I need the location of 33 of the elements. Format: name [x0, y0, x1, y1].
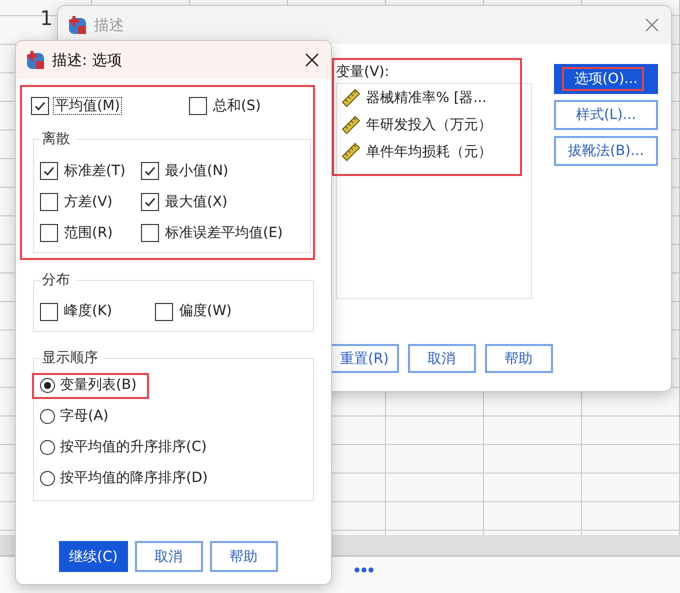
checkbox[interactable]: 标准差(T) [40, 160, 128, 182]
row-number: 1 [40, 6, 53, 30]
radio-option[interactable]: 变量列表(B) [32, 372, 149, 399]
checkbox[interactable]: 总和(S) [189, 95, 263, 117]
variable-item[interactable]: 器械精准率% [器... [366, 90, 487, 107]
variable-item[interactable]: 单件年均损耗（元） [366, 144, 492, 161]
variables-list[interactable]: 器械精准率% [器... 年研发投入（万元） 单件年均损耗（元） [336, 82, 532, 299]
dialog-button[interactable]: 继续(C) [59, 541, 128, 572]
group-title: 离散 [41, 131, 71, 148]
checkbox[interactable]: 最大值(X) [141, 190, 230, 213]
radio-option[interactable]: 字母(A) [32, 404, 121, 430]
group-title: 分布 [41, 272, 71, 289]
dialog-button[interactable]: 样式(L)... [554, 100, 658, 130]
group-title: 显示顺序 [41, 350, 99, 367]
checkbox[interactable]: 方差(V) [40, 190, 115, 213]
checkbox[interactable]: 峰度(K) [40, 300, 114, 323]
dialog-button[interactable]: 重置(R) [330, 344, 399, 373]
checkbox[interactable]: 最小值(N) [141, 160, 230, 182]
variable-item[interactable]: 年研发投入（万元） [366, 116, 492, 134]
variables-label: 变量(V): [336, 64, 390, 81]
dialog-button[interactable]: 选项(O)... [554, 64, 658, 94]
dialog-button[interactable]: 帮助 [484, 344, 553, 373]
radio-option[interactable]: 按平均值的升序排序(C) [32, 434, 219, 461]
checkbox[interactable]: 范围(R) [40, 222, 115, 244]
window-title: 描述 [94, 16, 125, 34]
checkbox[interactable]: 标准误差平均值(E) [141, 222, 285, 244]
dialog-button[interactable]: 帮助 [210, 541, 278, 572]
dialog-button[interactable]: 拔靴法(B)... [554, 136, 658, 166]
checkbox[interactable]: 偏度(W) [155, 300, 234, 323]
dialog-button[interactable]: 取消 [408, 344, 476, 373]
radio-option[interactable]: 按平均值的降序排序(D) [32, 466, 220, 492]
dialog-button[interactable]: 取消 [134, 541, 203, 572]
window-title: 描述: 选项 [52, 51, 123, 69]
